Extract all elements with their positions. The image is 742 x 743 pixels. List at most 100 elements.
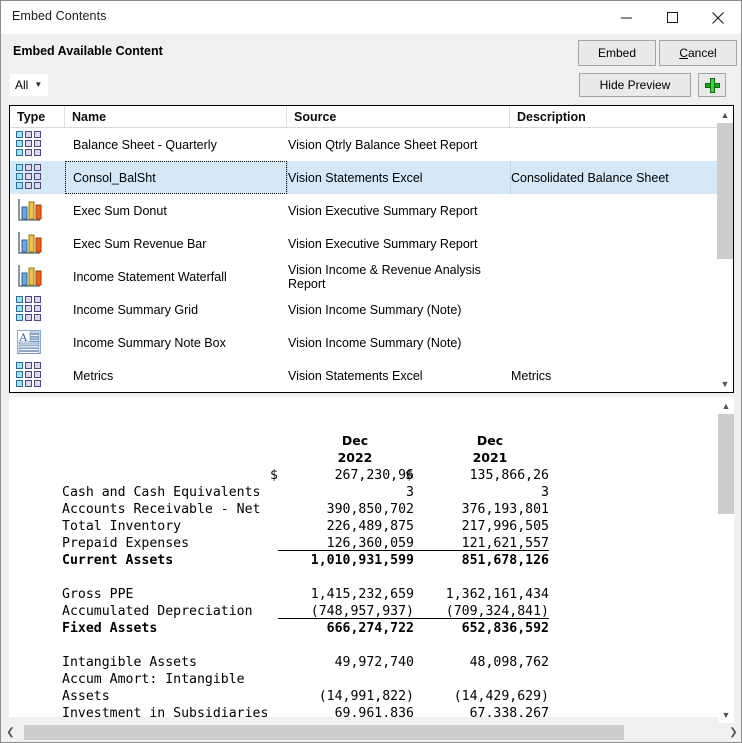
embed-button[interactable]: Embed: [578, 40, 656, 66]
row-description-cell: Metrics: [511, 368, 552, 383]
hide-preview-button[interactable]: Hide Preview: [579, 73, 691, 97]
filter-value: All: [15, 78, 29, 92]
row-source-cell: Vision Income & Revenue Analysis Report: [288, 262, 481, 291]
table-row[interactable]: Exec Sum Revenue Bar Vision Executive Sum…: [10, 227, 719, 260]
title-bar: Embed Contents: [1, 1, 741, 34]
table-row[interactable]: A Income Summary Note Box Vision Income Su…: [10, 326, 719, 359]
note-box-icon: A: [16, 330, 42, 358]
preview-row-label: Total Inventory: [62, 519, 182, 534]
preview-column2-month: Dec: [476, 433, 504, 448]
preview-row-label: Accum Amort: Intangible: [62, 672, 245, 687]
preview-row-label: Accumulated Depreciation: [62, 604, 253, 619]
row-source-cell: Vision Income Summary (Note): [288, 302, 462, 317]
column-header-type[interactable]: Type: [10, 106, 65, 127]
row-name-cell: Metrics: [73, 368, 114, 383]
row-type-icon-cell: [16, 164, 60, 191]
filter-dropdown[interactable]: All ▼: [10, 74, 48, 96]
scroll-up-icon[interactable]: ▲: [717, 106, 733, 123]
row-name-cell: Exec Sum Revenue Bar: [73, 236, 207, 251]
row-name-cell: Exec Sum Donut: [73, 203, 167, 218]
embed-button-label: Embed: [597, 46, 637, 60]
row-name-cell: Income Statement Waterfall: [73, 269, 227, 284]
preview-document: Dec 2022 Dec 2021 $267,230,96 $135,866,26 Cash…: [10, 397, 719, 717]
preview-value: 135,866,26: [469, 468, 549, 483]
column-header-source[interactable]: Source: [287, 106, 510, 127]
preview-value: 1,362,161,434: [445, 587, 549, 602]
list-scroll-thumb[interactable]: [717, 123, 733, 259]
preview-scroll-thumb[interactable]: [718, 414, 734, 514]
table-row[interactable]: Income Statement Waterfall Vision Income …: [10, 260, 719, 293]
preview-value-wrap: 3: [541, 485, 549, 500]
row-column-divider: [287, 161, 288, 194]
scroll-down-icon[interactable]: ▼: [717, 375, 733, 392]
content-list: Type Name Source Description Balance She…: [9, 105, 734, 393]
row-source-cell: Vision Statements Excel: [288, 170, 423, 185]
table-row[interactable]: Income Summary Grid Vision Income Summary…: [10, 293, 719, 326]
cancel-button-label: Cancel: [679, 46, 717, 60]
preview-scroll-down-icon[interactable]: ▼: [718, 706, 734, 723]
row-description-cell: [510, 227, 719, 260]
row-description-cell: Consolidated Balance Sheet: [511, 170, 669, 185]
preview-value: (14,991,822): [318, 689, 414, 704]
hide-preview-button-label: Hide Preview: [599, 78, 671, 92]
bar-chart-icon: [16, 265, 42, 292]
embed-contents-window: Embed Contents Embed Available Content A…: [0, 0, 742, 743]
preview-currency-symbol-1: $: [270, 468, 278, 483]
column-header-description[interactable]: Description: [510, 106, 719, 127]
preview-value: 126,360,059: [326, 536, 414, 551]
row-type-icon-cell: [16, 263, 60, 290]
row-source-cell: Vision Statements Excel: [288, 368, 423, 383]
row-name-cell: Balance Sheet - Quarterly: [73, 137, 217, 152]
list-header-row: Type Name Source Description: [10, 106, 719, 128]
cancel-button[interactable]: Cancel: [659, 40, 737, 66]
preview-value: 666,274,722: [326, 621, 414, 636]
window-title: Embed Contents: [12, 9, 107, 23]
preview-value: 390,850,702: [326, 502, 414, 517]
row-type-icon-cell: [16, 296, 60, 323]
row-source-cell: Vision Executive Summary Report: [288, 236, 478, 251]
row-description-cell: [510, 326, 719, 359]
preview-value: (709,324,841): [445, 604, 549, 619]
row-name-cell: Income Summary Grid: [73, 302, 199, 317]
preview-vertical-scrollbar[interactable]: ▲ ▼: [718, 397, 734, 723]
column-header-name[interactable]: Name: [65, 106, 287, 127]
row-description-cell: [510, 128, 719, 161]
preview-row-label: Current Assets: [62, 553, 174, 568]
table-row[interactable]: Consol_BalSht Vision Statements Excel Cons…: [10, 161, 719, 194]
preview-scroll-left-icon[interactable]: ❮: [2, 723, 19, 742]
table-row[interactable]: Metrics Vision Statements Excel Metrics: [10, 359, 719, 392]
preview-scroll-up-icon[interactable]: ▲: [718, 397, 734, 414]
table-row[interactable]: Exec Sum Donut Vision Executive Summary R…: [10, 194, 719, 227]
preview-value-wrap: 3: [406, 485, 414, 500]
preview-value: 49,972,740: [334, 655, 414, 670]
preview-total-rule: [278, 618, 549, 619]
bar-chart-icon: [16, 199, 42, 226]
list-vertical-scrollbar[interactable]: ▲ ▼: [717, 106, 733, 392]
maximize-button[interactable]: [649, 1, 695, 34]
preview-column1-month: Dec: [341, 433, 369, 448]
preview-row-label: Assets: [62, 689, 110, 704]
preview-hscroll-thumb[interactable]: [24, 725, 624, 740]
preview-value: 217,996,505: [461, 519, 549, 534]
page-title: Embed Available Content: [13, 44, 163, 58]
window-controls: [603, 1, 741, 34]
preview-row-label: Investment in Subsidiaries: [62, 706, 269, 717]
preview-value: 267,230,96: [334, 468, 414, 483]
preview-value: 1,415,232,659: [310, 587, 414, 602]
table-row[interactable]: Balance Sheet - Quarterly Vision Qtrly Ba…: [10, 128, 719, 161]
plus-icon: [704, 77, 720, 93]
row-column-divider: [510, 161, 511, 194]
add-content-button[interactable]: [698, 73, 726, 97]
row-description-cell: [510, 260, 719, 293]
row-name-cell: Income Summary Note Box: [73, 335, 226, 350]
preview-horizontal-scrollbar[interactable]: ❮ ❯: [2, 723, 741, 742]
preview-scroll-right-icon[interactable]: ❯: [725, 723, 741, 742]
preview-row-label: Accounts Receivable - Net: [62, 502, 261, 517]
minimize-button[interactable]: [603, 1, 649, 34]
preview-value: (748,957,937): [310, 604, 414, 619]
row-source-cell: Vision Income Summary (Note): [288, 335, 462, 350]
close-button[interactable]: [695, 1, 741, 34]
preview-value: 851,678,126: [461, 553, 549, 568]
row-type-icon-cell: [16, 230, 60, 257]
row-type-icon-cell: [16, 131, 60, 158]
